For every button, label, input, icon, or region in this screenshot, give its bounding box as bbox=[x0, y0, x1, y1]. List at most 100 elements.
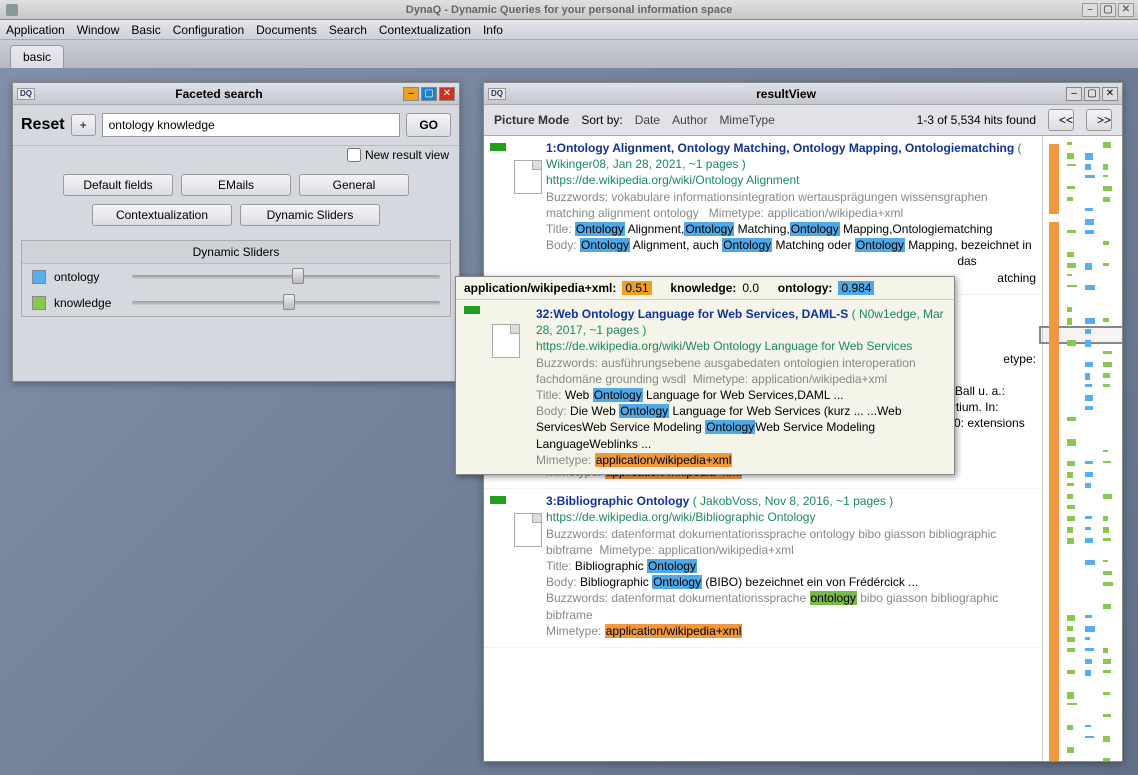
faceted-panel: DQ Faceted search – ▢ ✕ Reset + GO New r… bbox=[12, 82, 460, 382]
add-button[interactable]: + bbox=[71, 114, 96, 136]
slider-ontology[interactable] bbox=[132, 275, 440, 279]
workspace: DY DQ Faceted search – ▢ ✕ Reset + GO Ne… bbox=[0, 68, 1138, 775]
buzzwords-label: Buzzwords: bbox=[546, 591, 608, 605]
highlight-ontology: Ontology bbox=[580, 238, 630, 252]
result-mime: application/wikipedia+xml bbox=[658, 543, 794, 557]
highlight-ontology: Ontology bbox=[790, 222, 840, 236]
reset-label: Reset bbox=[21, 116, 65, 134]
emails-button[interactable]: EMails bbox=[181, 174, 291, 196]
body-label: Body: bbox=[546, 238, 577, 252]
resultview-close-icon[interactable]: ✕ bbox=[1102, 87, 1118, 101]
default-fields-button[interactable]: Default fields bbox=[63, 174, 173, 196]
sort-date[interactable]: Date bbox=[635, 113, 660, 127]
minimize-icon[interactable]: – bbox=[1082, 3, 1098, 17]
slider-thumb-ontology[interactable] bbox=[292, 268, 304, 284]
minimap[interactable] bbox=[1042, 136, 1122, 761]
result-title: 1:Ontology Alignment, Ontology Matching,… bbox=[546, 141, 1014, 155]
tooltip-mime-value: 0.51 bbox=[622, 281, 651, 295]
faceted-maximize-icon[interactable]: ▢ bbox=[421, 87, 437, 101]
faceted-title: Faceted search bbox=[35, 87, 403, 101]
slider-row-knowledge: knowledge bbox=[22, 290, 450, 316]
menu-documents[interactable]: Documents bbox=[256, 23, 317, 37]
slider-thumb-knowledge[interactable] bbox=[283, 294, 295, 310]
document-icon bbox=[492, 324, 520, 358]
result-url: https://de.wikipedia.org/wiki/Bibliograp… bbox=[546, 510, 815, 524]
highlight-ontology: Ontology bbox=[722, 238, 772, 252]
menubar: Application Window Basic Configuration D… bbox=[0, 20, 1138, 40]
resultview-minimize-icon[interactable]: – bbox=[1066, 87, 1082, 101]
highlight-ontology: Ontology bbox=[705, 420, 755, 434]
menu-basic[interactable]: Basic bbox=[131, 23, 160, 37]
go-button[interactable]: GO bbox=[406, 113, 451, 137]
tab-basic[interactable]: basic bbox=[10, 45, 64, 68]
highlight-ontology: Ontology bbox=[684, 222, 734, 236]
result-title: 3:Bibliographic Ontology bbox=[546, 494, 689, 508]
new-result-view-label: New result view bbox=[365, 148, 449, 162]
faceted-minimize-icon[interactable]: – bbox=[403, 87, 419, 101]
tooltip-mime-label: application/wikipedia+xml: bbox=[464, 281, 616, 295]
buzzwords-label: Buzzwords: bbox=[536, 356, 598, 370]
sort-author[interactable]: Author bbox=[672, 113, 707, 127]
dynamic-sliders-section: Dynamic Sliders ontology knowledge bbox=[21, 240, 451, 317]
dynamic-sliders-button[interactable]: Dynamic Sliders bbox=[240, 204, 380, 226]
menu-window[interactable]: Window bbox=[77, 23, 120, 37]
tabbar: basic bbox=[0, 40, 1138, 68]
faceted-header: DQ Faceted search – ▢ ✕ bbox=[13, 83, 459, 105]
result-url: https://de.wikipedia.org/wiki/Ontology A… bbox=[546, 173, 799, 187]
tooltip-knowledge-label: knowledge: bbox=[670, 281, 736, 295]
document-icon bbox=[514, 160, 542, 194]
highlight-ontology-green: ontology bbox=[810, 591, 857, 605]
result-mime: application/wikipedia+xml bbox=[767, 206, 903, 220]
relevance-indicator-icon bbox=[490, 496, 506, 504]
highlight-ontology: Ontology bbox=[593, 388, 643, 402]
dynamic-sliders-title: Dynamic Sliders bbox=[22, 241, 450, 264]
buzzwords-label: Buzzwords: bbox=[546, 190, 608, 204]
maximize-icon[interactable]: ▢ bbox=[1100, 3, 1116, 17]
search-input[interactable] bbox=[102, 113, 401, 137]
menu-search[interactable]: Search bbox=[329, 23, 367, 37]
dq-icon: DQ bbox=[17, 88, 35, 100]
ontology-color-icon bbox=[32, 270, 46, 284]
result-item[interactable]: 1:Ontology Alignment, Ontology Matching,… bbox=[484, 136, 1042, 295]
result-item[interactable]: 3:Bibliographic Ontology ( JakobVoss, No… bbox=[484, 489, 1042, 648]
menu-contextualization[interactable]: Contextualization bbox=[379, 23, 471, 37]
result-meta: ( JakobVoss, Nov 8, 2016, ~1 pages ) bbox=[693, 494, 893, 508]
prev-button[interactable]: << bbox=[1048, 109, 1074, 131]
menu-application[interactable]: Application bbox=[6, 23, 65, 37]
resultview-maximize-icon[interactable]: ▢ bbox=[1084, 87, 1100, 101]
mimetype-label: Mimetype: bbox=[536, 453, 591, 467]
body-label: Body: bbox=[546, 575, 577, 589]
highlight-ontology: Ontology bbox=[855, 238, 905, 252]
new-result-view-checkbox[interactable] bbox=[347, 148, 361, 162]
window-title: DynaQ - Dynamic Queries for your persona… bbox=[406, 4, 732, 16]
picture-mode-button[interactable]: Picture Mode bbox=[494, 113, 569, 127]
dq-icon: DQ bbox=[488, 88, 506, 100]
tooltip-mime: application/wikipedia+xml bbox=[751, 372, 887, 386]
highlight-ontology: Ontology bbox=[647, 559, 697, 573]
next-button[interactable]: >> bbox=[1086, 109, 1112, 131]
slider-label-knowledge: knowledge bbox=[54, 296, 124, 310]
menu-info[interactable]: Info bbox=[483, 23, 503, 37]
slider-knowledge[interactable] bbox=[132, 301, 440, 305]
close-icon[interactable]: ✕ bbox=[1118, 3, 1134, 17]
mimetype-label: Mimetype: bbox=[709, 206, 764, 220]
mimetype-label: Mimetype: bbox=[546, 624, 601, 638]
tooltip-title: 32:Web Ontology Language for Web Service… bbox=[536, 307, 848, 321]
knowledge-color-icon bbox=[32, 296, 46, 310]
title-label: Title: bbox=[546, 559, 572, 573]
tooltip-knowledge-value: 0.0 bbox=[742, 281, 759, 295]
highlight-mimetype: application/wikipedia+xml bbox=[595, 453, 733, 467]
general-button[interactable]: General bbox=[299, 174, 409, 196]
highlight-ontology: Ontology bbox=[575, 222, 625, 236]
contextualization-button[interactable]: Contextualization bbox=[92, 204, 232, 226]
resultview-header: DQ resultView – ▢ ✕ bbox=[484, 83, 1122, 105]
menu-configuration[interactable]: Configuration bbox=[173, 23, 244, 37]
mimetype-label: Mimetype: bbox=[599, 543, 654, 557]
hits-label: 1-3 of 5,534 hits found bbox=[917, 113, 1036, 127]
result-tooltip: application/wikipedia+xml: 0.51 knowledg… bbox=[455, 276, 955, 475]
faceted-close-icon[interactable]: ✕ bbox=[439, 87, 455, 101]
sort-mimetype[interactable]: MimeType bbox=[719, 113, 774, 127]
mimetype-label: Mimetype: bbox=[693, 372, 748, 386]
highlight-mimetype: application/wikipedia+xml bbox=[605, 624, 743, 638]
buzzwords-label: Buzzwords: bbox=[546, 527, 608, 541]
